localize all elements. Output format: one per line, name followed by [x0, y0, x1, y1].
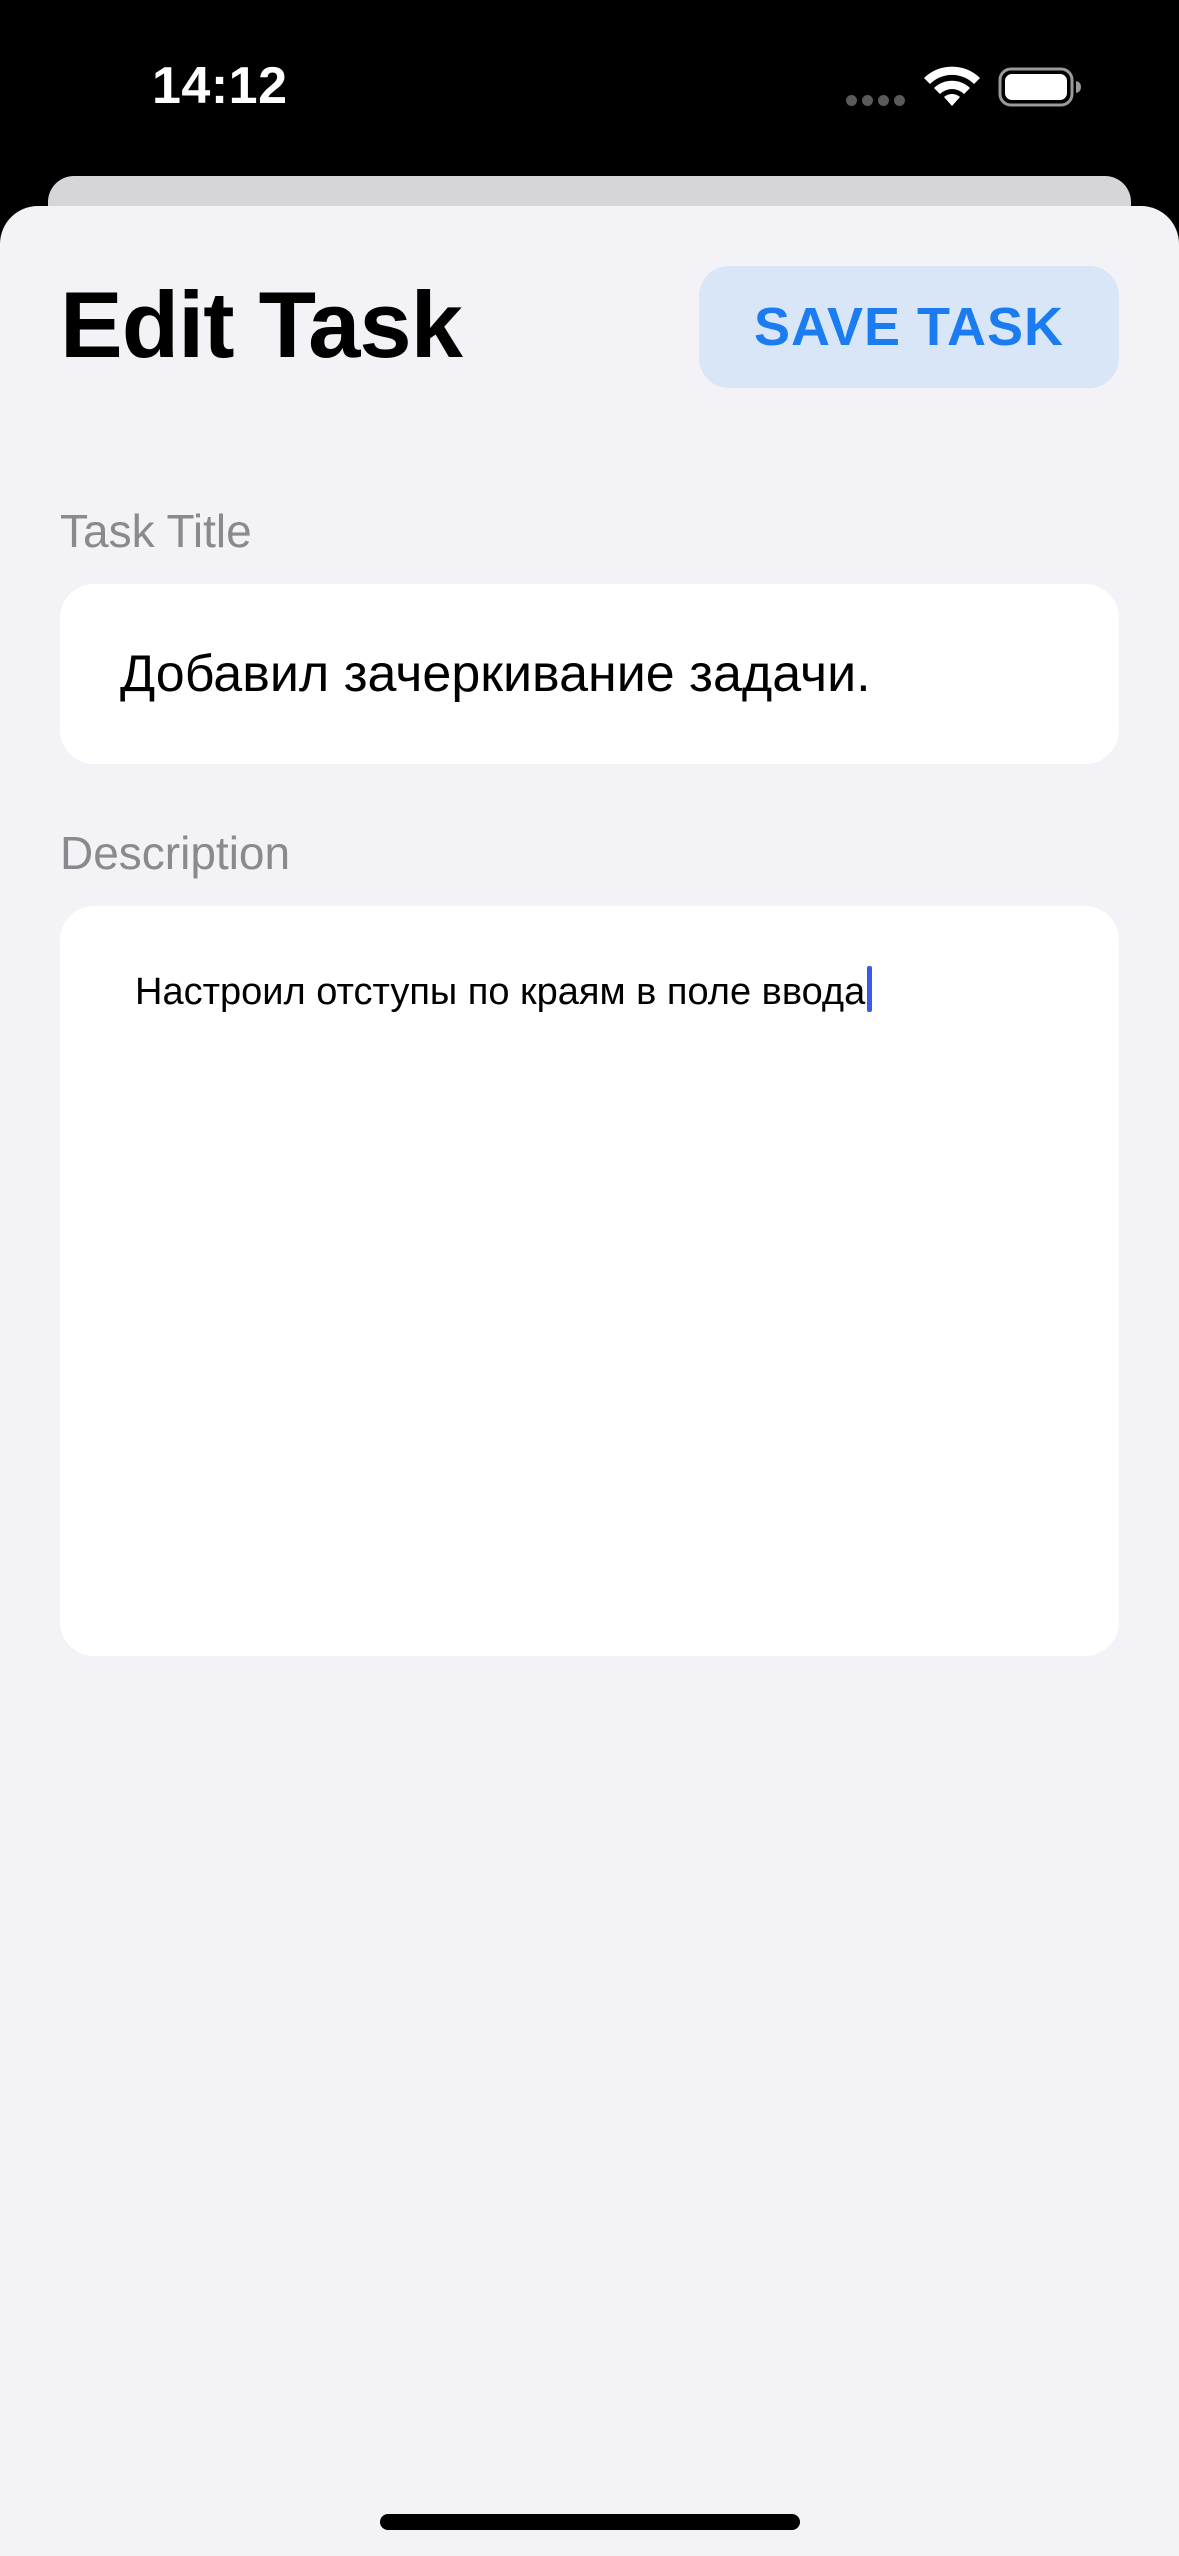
- task-title-field[interactable]: Добавил зачеркивание задачи.: [60, 584, 1119, 764]
- signal-dots-icon: [846, 95, 905, 107]
- status-time: 14:12: [152, 57, 288, 115]
- description-value: Настроил отступы по краям в поле ввода: [135, 971, 866, 1013]
- status-bar: 14:12: [0, 0, 1179, 180]
- description-text-area[interactable]: Настроил отступы по краям в поле ввода: [60, 906, 1119, 1656]
- screen: 14:12 Edit Task SAVE TASK Task Title Доб…: [0, 0, 1179, 2556]
- wifi-icon: [924, 66, 980, 106]
- battery-icon: [998, 67, 1081, 107]
- description-label: Description: [60, 827, 291, 879]
- task-title-value: Добавил зачеркивание задачи.: [120, 645, 871, 703]
- page-title: Edit Task: [60, 272, 463, 377]
- text-cursor: [867, 966, 873, 1012]
- save-task-button[interactable]: SAVE TASK: [699, 266, 1119, 388]
- home-indicator[interactable]: [380, 2514, 800, 2530]
- task-title-label: Task Title: [60, 505, 252, 557]
